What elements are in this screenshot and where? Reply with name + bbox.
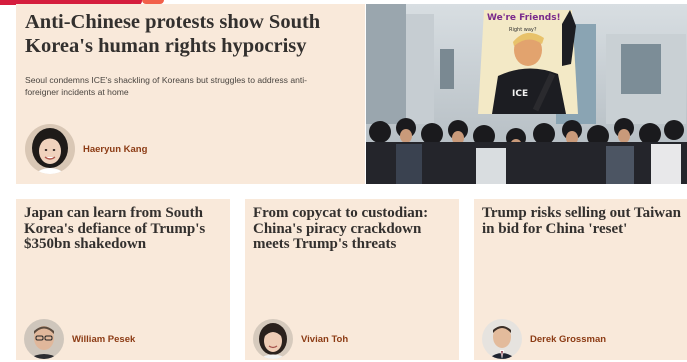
story-card-author[interactable]: William Pesek xyxy=(24,319,135,359)
author-avatar-haeryun-kang xyxy=(25,124,75,174)
author-name[interactable]: William Pesek xyxy=(72,334,135,345)
story-card-3[interactable]: Trump risks selling out Taiwan in bid fo… xyxy=(474,199,687,360)
sign-text-line2: Right way? xyxy=(509,27,537,33)
story-card-2[interactable]: From copycat to custodian: China's pirac… xyxy=(245,199,459,360)
author-name[interactable]: Derek Grossman xyxy=(530,334,606,345)
author-name[interactable]: Vivian Toh xyxy=(301,334,348,345)
vest-text: ICE xyxy=(512,89,528,99)
author-avatar-derek-grossman xyxy=(482,319,522,359)
author-avatar-william-pesek xyxy=(24,319,64,359)
story-card-author[interactable]: Vivian Toh xyxy=(253,319,348,359)
story-card-headline[interactable]: From copycat to custodian: China's pirac… xyxy=(253,205,457,253)
story-card-author[interactable]: Derek Grossman xyxy=(482,319,606,359)
sign-text-line1: We're Friends! xyxy=(487,13,561,23)
lead-story-card[interactable]: Anti-Chinese protests show South Korea's… xyxy=(16,4,365,184)
story-card-1[interactable]: Japan can learn from South Korea's defia… xyxy=(16,199,230,360)
story-card-headline[interactable]: Trump risks selling out Taiwan in bid fo… xyxy=(482,205,686,237)
lead-story-headline[interactable]: Anti-Chinese protests show South Korea's… xyxy=(25,10,359,58)
author-avatar-vivian-toh xyxy=(253,319,293,359)
lead-story-image[interactable]: We're Friends! Right way? ICE xyxy=(366,4,687,184)
author-name[interactable]: Haeryun Kang xyxy=(83,144,147,155)
story-card-headline[interactable]: Japan can learn from South Korea's defia… xyxy=(24,205,228,253)
lead-story-standfirst: Seoul condemns ICE's shackling of Korean… xyxy=(25,75,308,97)
lead-author[interactable]: Haeryun Kang xyxy=(25,124,147,174)
